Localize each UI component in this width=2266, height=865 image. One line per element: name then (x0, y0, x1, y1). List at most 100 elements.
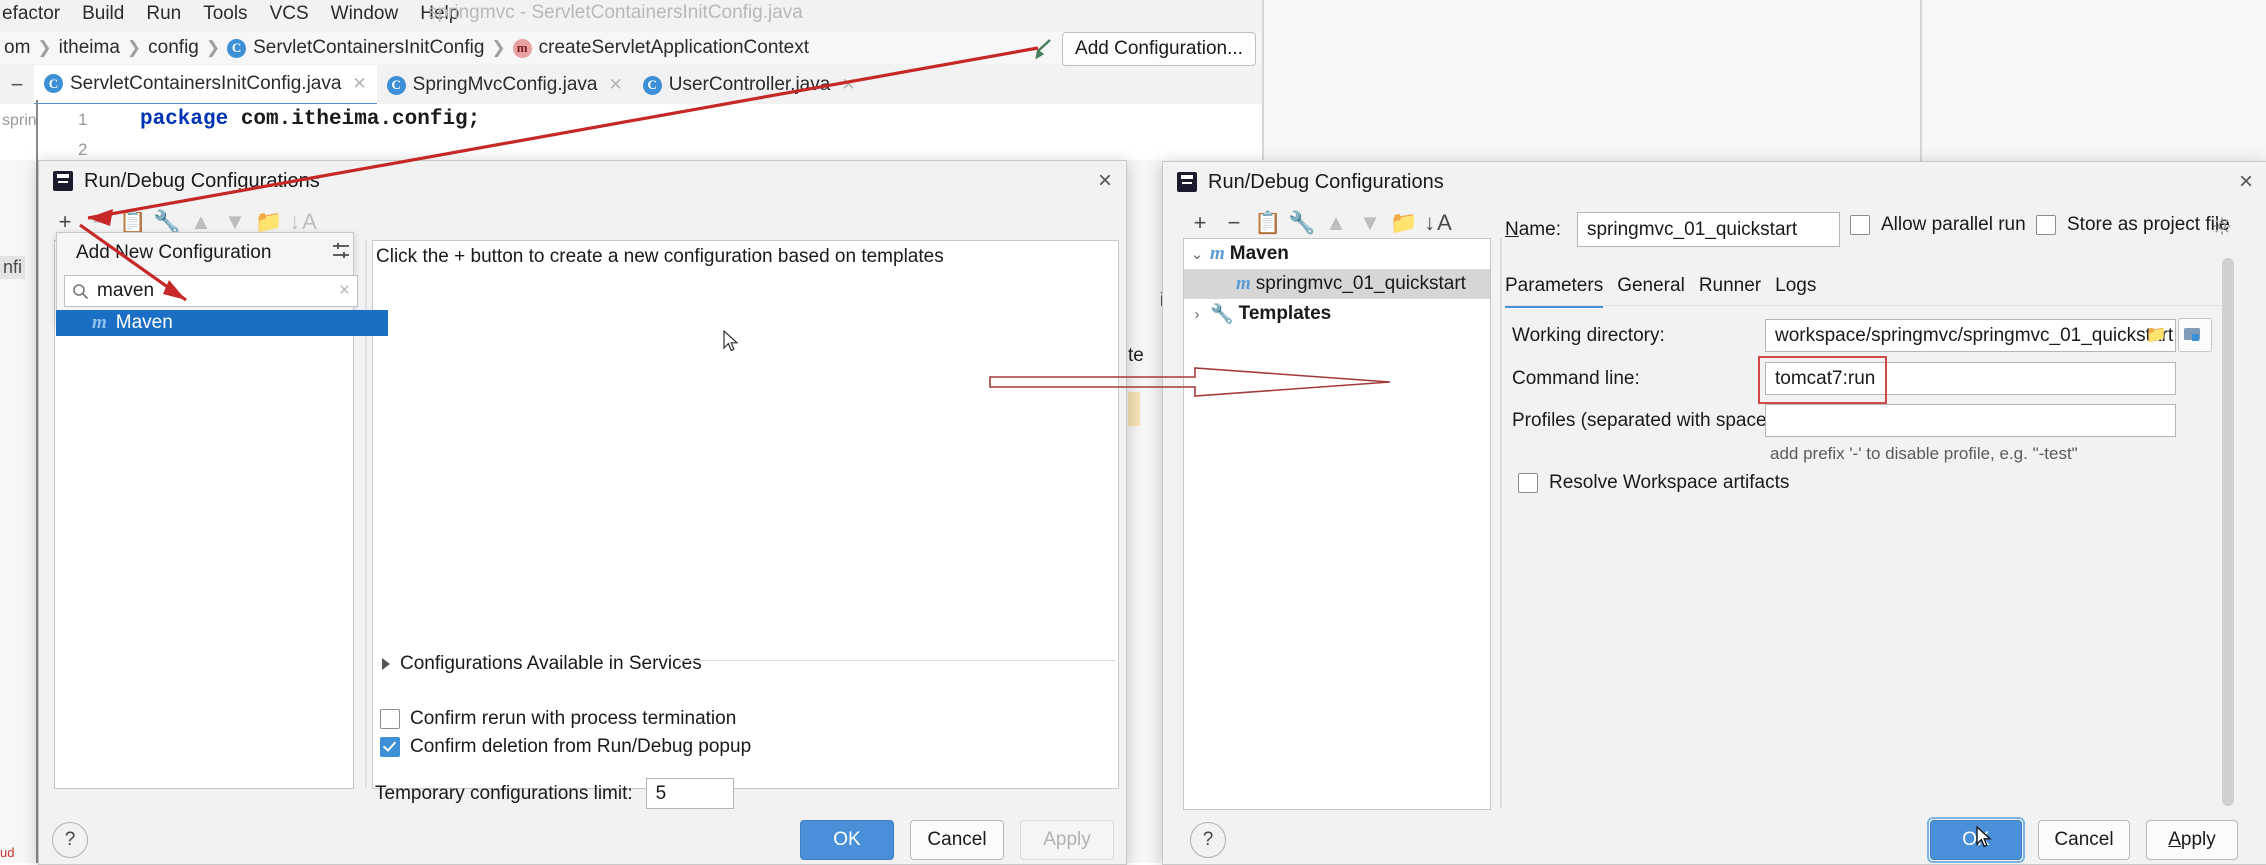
right-dialog-configuration-tree[interactable]: ⌄ m Maven m springmvc_01_quickstart › 🔧 … (1183, 238, 1491, 810)
name-field-row: NName:ame: springmvc_01_quickstart (1505, 212, 1840, 247)
right-dialog-tabs: Parameters General Runner Logs (1505, 275, 1816, 308)
menu-item-refactor[interactable]: efactor (2, 3, 60, 25)
clear-search-icon[interactable]: × (339, 280, 350, 302)
close-icon[interactable]: ✕ (841, 75, 855, 95)
breadcrumb-item-itheima[interactable]: itheima (59, 37, 120, 59)
resolve-workspace-artifacts-checkbox[interactable] (1518, 473, 1538, 493)
right-cancel-button[interactable]: Cancel (2038, 820, 2130, 860)
gear-icon[interactable] (2212, 216, 2232, 236)
tab-general[interactable]: General (1617, 275, 1685, 308)
folder-add-icon[interactable]: 📁 (1387, 206, 1421, 240)
name-input[interactable]: springmvc_01_quickstart (1577, 212, 1840, 247)
right-dialog-splitter[interactable] (1500, 238, 1502, 808)
close-icon[interactable]: × (2239, 170, 2253, 194)
chevron-right-icon: ❯ (127, 38, 141, 58)
mouse-cursor (1975, 826, 1993, 855)
editor-tab-springmvcconfig[interactable]: C SpringMvcConfig.java ✕ (377, 66, 633, 104)
tree-node-springmvc-01-quickstart[interactable]: m springmvc_01_quickstart (1184, 269, 1490, 299)
store-as-project-file-row[interactable]: Store as project file (2036, 214, 2230, 236)
line-number: 2 (78, 140, 87, 160)
editor-tab-label: SpringMvcConfig.java (413, 74, 598, 96)
menu-item-tools[interactable]: Tools (203, 3, 247, 25)
confirm-deletion-checkbox-row[interactable]: Confirm deletion from Run/Debug popup (380, 736, 751, 758)
breadcrumb-item-method[interactable]: createServletApplicationContext (539, 37, 809, 59)
right-dialog-toolbar: + − 📋 🔧 ▲ ▼ 📁 ↓ A (1183, 206, 1455, 240)
expand-triangle-icon (382, 658, 390, 670)
close-icon[interactable]: × (1098, 169, 1112, 193)
sort-icon[interactable]: ↓ A (1421, 206, 1455, 240)
editor-gutter-label: sprin (2, 112, 37, 130)
confirm-deletion-label: Confirm deletion from Run/Debug popup (410, 736, 751, 758)
filter-options-icon[interactable] (330, 240, 352, 262)
left-dialog-help-button[interactable]: ? (52, 822, 88, 858)
move-up-icon[interactable]: ▲ (1319, 206, 1353, 240)
add-new-configuration-title: Add New Configuration (76, 242, 271, 264)
line-number: 1 (78, 110, 87, 130)
left-ok-button[interactable]: OK (800, 820, 894, 860)
right-dialog-titlebar: Run/Debug Configurations (1163, 162, 2266, 202)
editor-tab-usercontroller[interactable]: C UserController.java ✕ (633, 66, 866, 104)
chevron-right-icon[interactable]: › (1184, 306, 1210, 323)
copy-icon[interactable]: 📋 (1251, 206, 1285, 240)
resolve-workspace-artifacts-row[interactable]: Resolve Workspace artifacts (1518, 472, 1789, 494)
c-class-icon: C (643, 76, 662, 95)
right-dialog-scrollbar[interactable] (2222, 258, 2234, 806)
left-dialog-titlebar: Run/Debug Configurations (39, 161, 1126, 201)
left-apply-button[interactable]: Apply (1020, 820, 1114, 860)
working-directory-label: Working directory: (1512, 325, 1665, 347)
remove-configuration-button[interactable]: − (1217, 206, 1251, 240)
left-cancel-button[interactable]: Cancel (910, 820, 1004, 860)
m-maven-icon: m (1236, 273, 1251, 295)
tree-node-maven[interactable]: ⌄ m Maven (1184, 239, 1490, 269)
working-directory-input[interactable]: workspace/springmvc/springmvc_01_quickst… (1765, 319, 2176, 352)
right-dialog-title: Run/Debug Configurations (1208, 171, 1444, 194)
folder-icon[interactable]: 📁 (2146, 325, 2167, 345)
resolve-workspace-artifacts-label: Resolve Workspace artifacts (1549, 472, 1789, 494)
tab-logs[interactable]: Logs (1775, 275, 1816, 308)
chevron-down-icon[interactable]: ⌄ (1184, 245, 1210, 263)
tree-node-templates[interactable]: › 🔧 Templates (1184, 299, 1490, 329)
configuration-search-field[interactable]: maven × (64, 275, 358, 307)
menu-item-window[interactable]: Window (331, 3, 399, 25)
breadcrumb-item-config[interactable]: config (148, 37, 199, 59)
right-dialog-help-button[interactable]: ? (1190, 822, 1226, 858)
m-maven-icon: m (1210, 243, 1225, 265)
command-line-highlight-annotation (1758, 356, 1887, 404)
ghost-label-config: nfi (0, 256, 25, 279)
configuration-type-item-maven[interactable]: m Maven (56, 310, 388, 336)
m-method-icon: m (513, 39, 532, 58)
wrench-icon: 🔧 (1210, 302, 1234, 326)
wrench-icon[interactable]: 🔧 (1285, 206, 1319, 240)
add-configuration-button[interactable]: Add Configuration... (1062, 32, 1256, 66)
configuration-search-value: maven (97, 280, 339, 302)
chevron-right-icon: ❯ (37, 38, 51, 58)
run-arrow-icon (1030, 36, 1054, 60)
c-class-icon: C (387, 76, 406, 95)
breadcrumb-item-class[interactable]: ServletContainersInitConfig (253, 37, 484, 59)
close-icon[interactable]: ✕ (608, 75, 622, 95)
menu-item-vcs[interactable]: VCS (270, 3, 309, 25)
store-as-project-file-checkbox[interactable] (2036, 215, 2056, 235)
editor-tab-servletcontainersinitconfig[interactable]: C ServletContainersInitConfig.java ✕ (34, 65, 377, 106)
search-icon (72, 283, 89, 300)
confirm-rerun-checkbox-row[interactable]: Confirm rerun with process termination (380, 708, 736, 730)
menu-item-run[interactable]: Run (146, 3, 181, 25)
profiles-input[interactable] (1765, 404, 2176, 437)
tab-runner[interactable]: Runner (1699, 275, 1761, 308)
confirm-rerun-checkbox[interactable] (380, 709, 400, 729)
temp-limit-input[interactable]: 5 (646, 778, 734, 809)
collapse-icon[interactable]: − (0, 72, 34, 98)
confirm-deletion-checkbox[interactable] (380, 737, 400, 757)
allow-parallel-run-row[interactable]: Allow parallel run (1850, 214, 2026, 236)
insert-macro-icon[interactable] (2178, 318, 2212, 352)
left-dialog-hint-text: Click the + button to create a new confi… (376, 246, 944, 268)
tab-parameters[interactable]: Parameters (1505, 275, 1603, 308)
configurations-available-in-services-section[interactable]: Configurations Available in Services (382, 653, 702, 675)
close-icon[interactable]: ✕ (352, 74, 366, 94)
breadcrumb-item-module[interactable]: om (4, 37, 30, 59)
move-down-icon[interactable]: ▼ (1353, 206, 1387, 240)
right-apply-button[interactable]: Apply (2146, 820, 2238, 860)
menu-item-build[interactable]: Build (82, 3, 124, 25)
allow-parallel-run-checkbox[interactable] (1850, 215, 1870, 235)
add-configuration-plus-button[interactable]: + (1183, 206, 1217, 240)
